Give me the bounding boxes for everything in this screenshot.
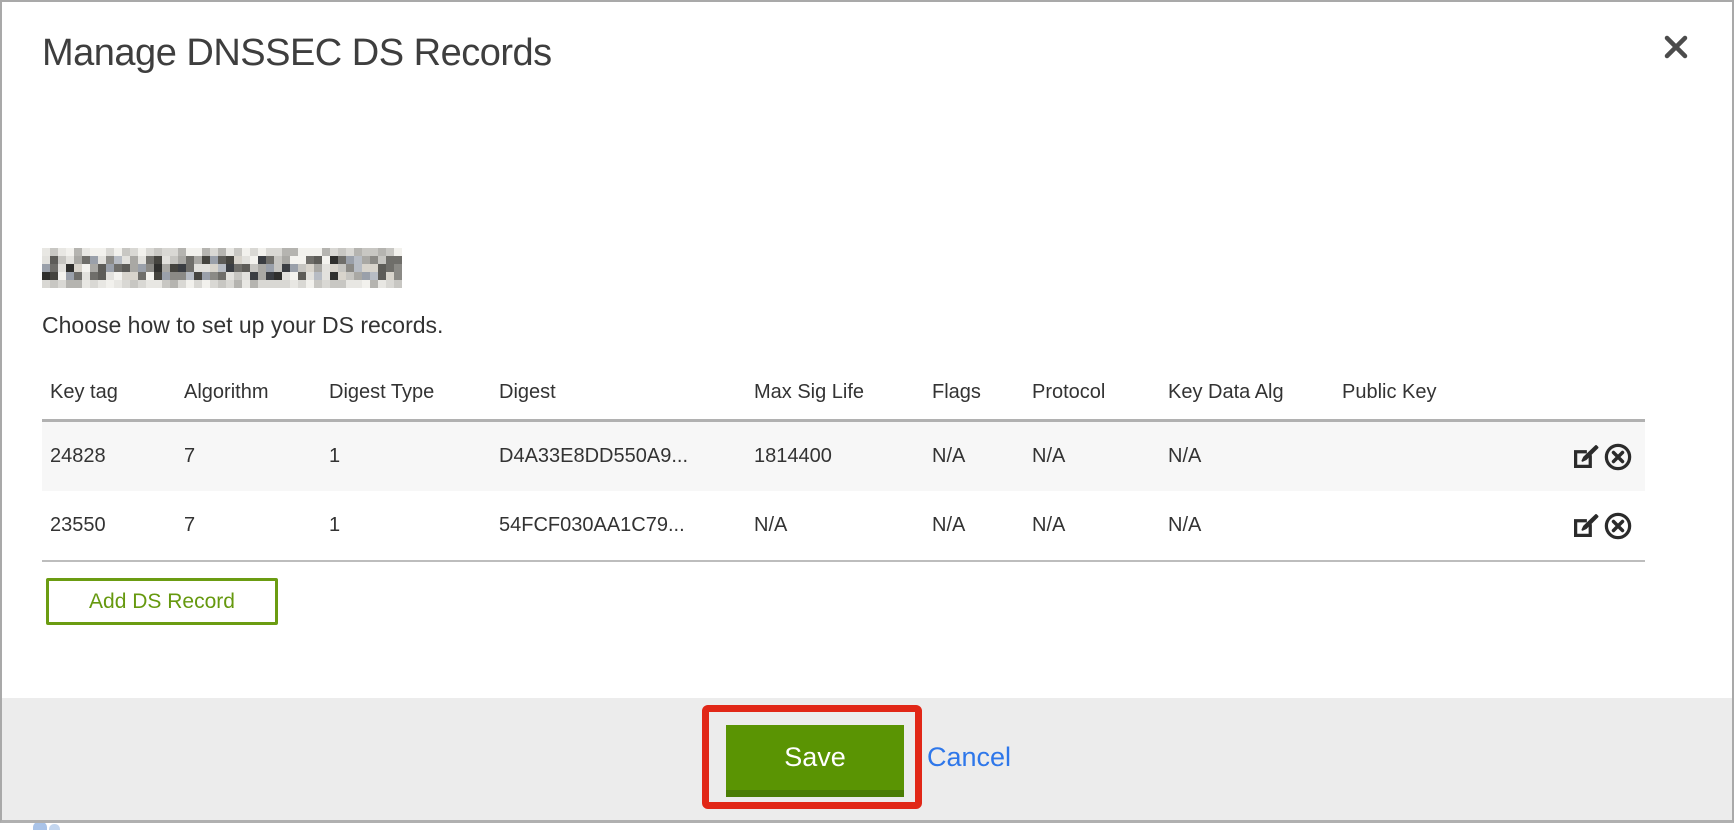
ds-records-table: Key tag Algorithm Digest Type Digest Max… (42, 362, 1645, 562)
close-icon (1657, 28, 1695, 66)
cancel-link[interactable]: Cancel (927, 742, 1011, 773)
circle-x-icon (1603, 442, 1633, 472)
column-header-flags: Flags (932, 381, 1032, 419)
cell-flags: N/A (932, 514, 1032, 537)
column-header-public-key: Public Key (1342, 381, 1561, 419)
table-body: 24828 7 1 D4A33E8DD550A9... 1814400 N/A … (42, 419, 1645, 562)
cell-key-data-alg: N/A (1168, 514, 1342, 537)
background-page-fragment (49, 824, 60, 830)
cell-flags: N/A (932, 445, 1032, 468)
column-header-digest-type: Digest Type (329, 381, 499, 419)
page-title: Manage DNSSEC DS Records (42, 32, 552, 75)
save-button[interactable]: Save (726, 725, 904, 797)
cell-protocol: N/A (1032, 514, 1168, 537)
column-header-key-data-alg: Key Data Alg (1168, 381, 1342, 419)
dialog-footer: Save Cancel (2, 698, 1732, 820)
close-button[interactable] (1657, 28, 1695, 66)
add-ds-record-button[interactable]: Add DS Record (46, 578, 278, 625)
cell-actions (1561, 441, 1645, 473)
column-header-actions (1561, 404, 1645, 419)
column-header-key-tag: Key tag (42, 381, 184, 419)
cell-key-tag: 23550 (42, 514, 184, 537)
column-header-max-sig-life: Max Sig Life (754, 381, 932, 419)
cell-digest-type: 1 (329, 514, 499, 537)
background-page-fragment (33, 822, 47, 830)
cell-actions (1561, 510, 1645, 542)
cell-max-sig-life: 1814400 (754, 445, 932, 468)
cell-algorithm: 7 (184, 445, 329, 468)
edit-icon (1570, 511, 1600, 541)
table-row: 24828 7 1 D4A33E8DD550A9... 1814400 N/A … (42, 422, 1645, 491)
column-header-algorithm: Algorithm (184, 381, 329, 419)
cell-digest-type: 1 (329, 445, 499, 468)
cell-key-tag: 24828 (42, 445, 184, 468)
column-header-protocol: Protocol (1032, 381, 1168, 419)
dnssec-modal-screenshot: Manage DNSSEC DS Records Choose how to s… (0, 0, 1734, 830)
edit-record-button[interactable] (1570, 441, 1600, 473)
cell-algorithm: 7 (184, 514, 329, 537)
delete-record-button[interactable] (1603, 441, 1633, 473)
manage-ds-records-dialog: Manage DNSSEC DS Records Choose how to s… (0, 0, 1734, 823)
column-header-digest: Digest (499, 381, 754, 419)
instruction-text: Choose how to set up your DS records. (42, 312, 443, 339)
table-row: 23550 7 1 54FCF030AA1C79... N/A N/A N/A … (42, 491, 1645, 560)
edit-icon (1570, 442, 1600, 472)
redacted-domain-name (42, 248, 402, 288)
cell-digest: D4A33E8DD550A9... (499, 445, 754, 468)
cell-protocol: N/A (1032, 445, 1168, 468)
delete-record-button[interactable] (1603, 510, 1633, 542)
cell-digest: 54FCF030AA1C79... (499, 514, 754, 537)
edit-record-button[interactable] (1570, 510, 1600, 542)
table-header-row: Key tag Algorithm Digest Type Digest Max… (42, 362, 1645, 419)
cell-max-sig-life: N/A (754, 514, 932, 537)
cell-key-data-alg: N/A (1168, 445, 1342, 468)
circle-x-icon (1603, 511, 1633, 541)
annotation-highlight-box: Save (702, 705, 922, 809)
